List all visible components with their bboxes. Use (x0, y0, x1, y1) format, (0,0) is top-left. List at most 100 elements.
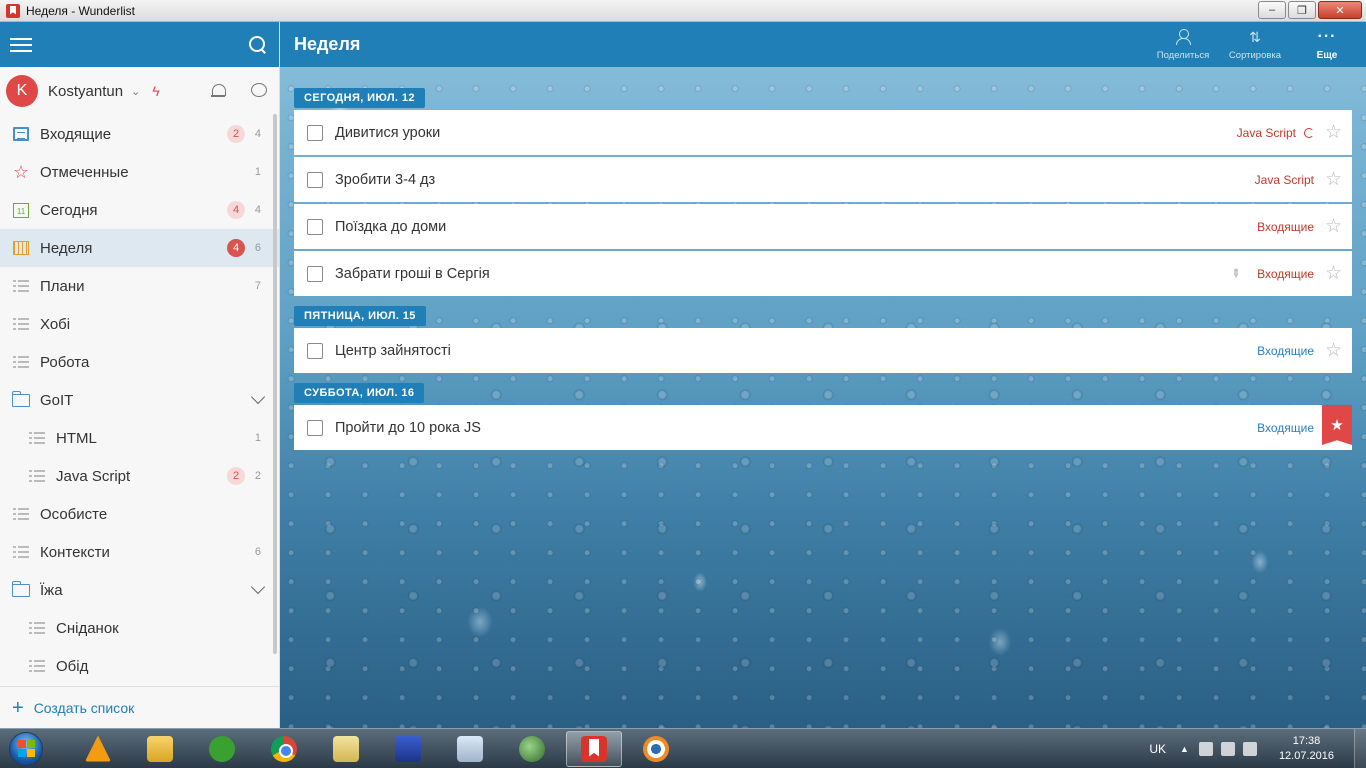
toolbar-actions: Поделиться ⇅ Сортировка ··· Еще (1154, 27, 1356, 63)
week-icon (12, 239, 30, 257)
task-row[interactable]: Зробити 3-4 дз Java Script ☆ (294, 157, 1352, 202)
task-title[interactable]: Поїздка до доми (335, 219, 446, 235)
power-icon[interactable] (1198, 742, 1213, 756)
sidebar-item-8[interactable]: GoIT (0, 381, 279, 419)
star-icon[interactable]: ☆ (1325, 170, 1342, 189)
sidebar-scrollbar[interactable] (273, 114, 277, 654)
overdue-badge: 4 (227, 239, 245, 257)
chrome-icon (271, 735, 297, 762)
taskbar-app-chrome[interactable] (256, 731, 312, 767)
taskbar-apps (70, 730, 684, 767)
plus-icon: + (12, 696, 24, 719)
list-icon (12, 505, 30, 523)
taskbar-app-wunderlist[interactable] (566, 730, 622, 767)
hamburger-menu-icon[interactable] (10, 37, 32, 52)
taskbar-app-globe[interactable] (504, 731, 560, 767)
star-icon[interactable]: ☆ (1325, 123, 1342, 142)
bell-icon[interactable] (211, 83, 226, 99)
avatar[interactable]: K (6, 75, 38, 107)
item-count: 6 (254, 242, 261, 254)
chevron-down-icon[interactable] (250, 389, 266, 405)
day-heading: СУББОТА, ИЮЛ. 16 (294, 383, 425, 403)
user-row[interactable]: K Kostyantun ⌄ ϟ (0, 67, 279, 115)
language-indicator[interactable]: UK (1149, 742, 1166, 756)
star-icon[interactable]: ☆ (1325, 264, 1342, 283)
sidebar-item-5[interactable]: Плани 7 (0, 267, 279, 305)
task-row[interactable]: Поїздка до доми Входящие ☆ (294, 204, 1352, 249)
task-title[interactable]: Зробити 3-4 дз (335, 172, 435, 188)
close-button[interactable]: ✕ (1318, 1, 1362, 19)
sidebar-item-4[interactable]: Неделя 4 6 (0, 229, 279, 267)
sidebar-item-2[interactable]: ☆ Отмеченные 1 (0, 153, 279, 191)
start-button[interactable] (4, 729, 48, 768)
sidebar-item-14[interactable]: Сніданок (0, 609, 279, 647)
item-count: 4 (254, 128, 261, 140)
action-label: Поделиться (1156, 50, 1210, 61)
list-title: Неделя (294, 34, 361, 54)
taskbar-app-utorrent[interactable] (194, 731, 250, 767)
chevron-down-icon[interactable]: ⌄ (131, 85, 140, 98)
sidebar-item-1[interactable]: Входящие 2 4 (0, 115, 279, 153)
taskbar-app-eye[interactable] (628, 731, 684, 767)
minimize-button[interactable]: ‒ (1258, 1, 1286, 19)
sidebar-item-10[interactable]: Java Script 2 2 (0, 457, 279, 495)
task-checkbox[interactable] (307, 342, 323, 359)
sidebar-item-13[interactable]: Їжа (0, 571, 279, 609)
taskbar-app-search-files[interactable] (318, 731, 374, 767)
sort-button[interactable]: ⇅ Сортировка (1226, 27, 1284, 63)
network-icon[interactable] (1220, 742, 1235, 756)
volume-icon[interactable] (1242, 742, 1257, 756)
chat-bubble-icon[interactable] (251, 83, 267, 97)
task-row[interactable]: Пройти до 10 рока JS Входящие ★ (294, 405, 1352, 450)
item-count: 1 (254, 432, 261, 444)
task-row[interactable]: Дивитися уроки Java Script ☆ (294, 110, 1352, 155)
tray-expand-icon[interactable]: ▲ (1180, 744, 1189, 754)
task-checkbox[interactable] (307, 218, 323, 235)
star-icon[interactable]: ☆ (1325, 341, 1342, 360)
star-icon[interactable]: ☆ (1325, 217, 1342, 236)
sidebar-item-11[interactable]: Особисте (0, 495, 279, 533)
task-meta: Java Script (1255, 173, 1314, 187)
task-title[interactable]: Пройти до 10 рока JS (335, 420, 481, 436)
chevron-down-icon[interactable] (250, 579, 266, 595)
sidebar-item-12[interactable]: Контексти 6 (0, 533, 279, 571)
sidebar-item-6[interactable]: Хобі (0, 305, 279, 343)
clock[interactable]: 17:38 12.07.2016 (1279, 734, 1334, 764)
overdue-badge: 2 (227, 467, 245, 485)
list-icon (12, 315, 30, 333)
sidebar-item-3[interactable]: 11 Сегодня 4 4 (0, 191, 279, 229)
task-title[interactable]: Центр зайнятості (335, 343, 451, 359)
task-list-name: Входящие (1257, 343, 1314, 358)
taskbar-app-save[interactable] (380, 731, 436, 767)
sidebar-item-label: GoIT (40, 391, 74, 409)
task-checkbox[interactable] (307, 265, 323, 282)
sidebar-item-7[interactable]: Робота (0, 343, 279, 381)
create-list-button[interactable]: + Создать список (0, 686, 279, 728)
taskbar-app-explorer[interactable] (132, 731, 188, 767)
sidebar-item-label: Контексти (40, 543, 110, 561)
sidebar-item-15[interactable]: Обід (0, 647, 279, 685)
task-meta: Входящие (1257, 220, 1314, 234)
task-row[interactable]: Забрати гроші в Сергія Входящие ✎ ☆ (294, 251, 1352, 296)
share-icon (1176, 27, 1191, 47)
folder-icon (11, 580, 30, 599)
maximize-button[interactable]: ❐ (1288, 1, 1316, 19)
sidebar-item-9[interactable]: HTML 1 (0, 419, 279, 457)
task-checkbox[interactable] (307, 171, 323, 188)
task-title[interactable]: Дивитися уроки (335, 125, 440, 141)
user-name[interactable]: Kostyantun (48, 83, 123, 100)
task-title[interactable]: Забрати гроші в Сергія (335, 266, 490, 282)
taskbar-app-keyboard[interactable] (442, 731, 498, 767)
more-button[interactable]: ··· Еще (1298, 27, 1356, 63)
taskbar-app-aimp[interactable] (70, 731, 126, 767)
task-checkbox[interactable] (307, 124, 323, 141)
share-button[interactable]: Поделиться (1154, 27, 1212, 63)
lightning-icon[interactable]: ϟ (152, 83, 159, 99)
starred-flag-icon[interactable]: ★ (1322, 405, 1352, 445)
task-row[interactable]: Центр зайнятості Входящие ☆ (294, 328, 1352, 373)
show-desktop-button[interactable] (1354, 729, 1366, 768)
day-heading: СЕГОДНЯ, ИЮЛ. 12 (294, 88, 425, 108)
task-checkbox[interactable] (307, 419, 323, 436)
search-icon[interactable] (249, 35, 267, 54)
action-label: Еще (1316, 50, 1338, 61)
